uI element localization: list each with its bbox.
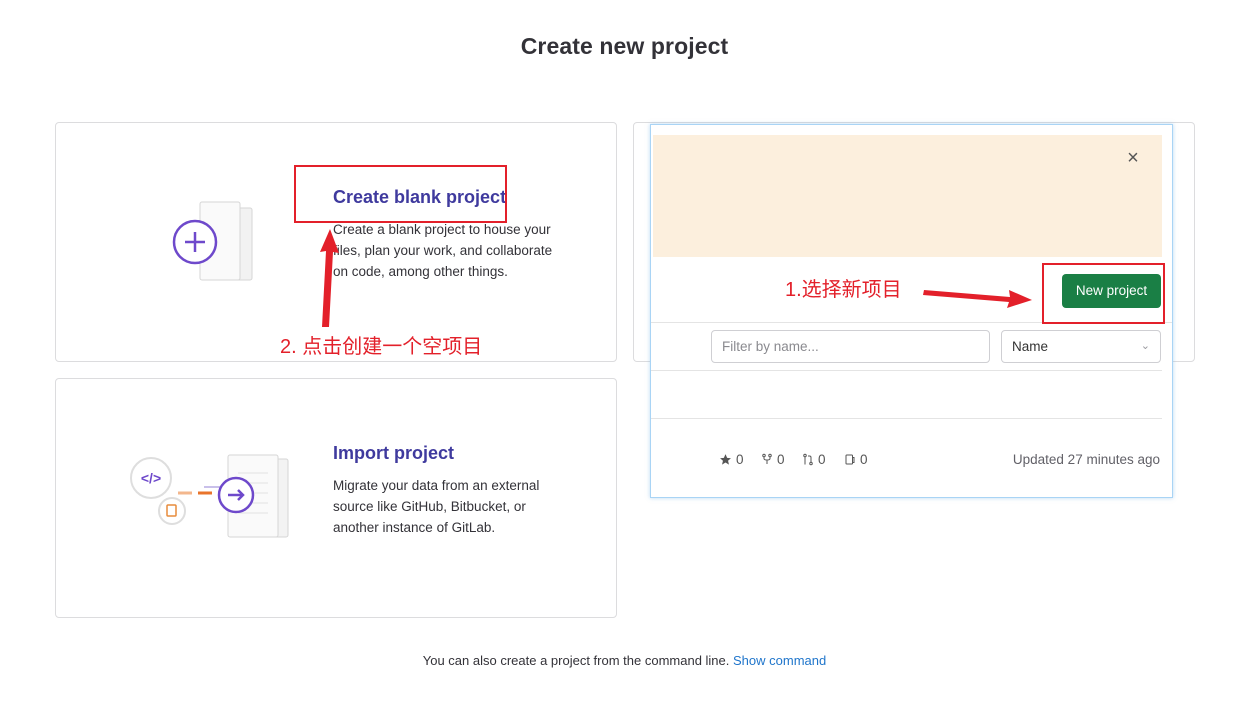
updated-timestamp: Updated 27 minutes ago [1012,452,1160,467]
issue-count[interactable]: 0 [844,452,868,467]
svg-text:</>: </> [141,470,161,486]
import-project-description: Migrate your data from an external sourc… [333,478,540,535]
alert-banner: × [653,135,1162,257]
filter-by-name-input[interactable] [711,330,990,363]
fork-count[interactable]: 0 [761,452,785,467]
command-line-text: You can also create a project from the c… [422,653,730,668]
command-line-hint: You can also create a project from the c… [0,653,1249,668]
annotation-step-1: 1.选择新项目 [785,279,902,301]
fork-icon [762,453,772,464]
divider [651,418,1162,419]
annotation-step-2: 2. 点击创建一个空项目 [280,336,483,358]
sort-select-value: Name [1012,339,1049,354]
sort-select[interactable]: Name ⌄ [1001,330,1161,363]
import-project-card[interactable]: </> Import project Migrate your data fro… [55,378,617,618]
show-command-link[interactable]: Show command [733,653,826,668]
issues-icon [845,454,855,465]
merge-request-count[interactable]: 0 [802,452,826,467]
merge-request-icon [803,453,813,466]
page-title: Create new project [520,33,729,59]
star-count[interactable]: 0 [719,452,744,467]
import-project-illustration: </> [130,454,289,538]
star-icon [720,454,731,465]
create-blank-project-card[interactable]: Create blank project Create a blank proj… [55,122,617,362]
annotation-box-new-project [1042,263,1165,324]
chevron-down-icon: ⌄ [1140,340,1150,352]
annotation-box-blank-project [294,165,507,223]
blank-project-illustration [172,201,253,281]
import-project-title[interactable]: Import project [333,443,454,464]
create-blank-project-description: Create a blank project to house your fil… [333,222,553,279]
divider [651,370,1162,371]
close-icon[interactable]: × [1124,148,1142,168]
